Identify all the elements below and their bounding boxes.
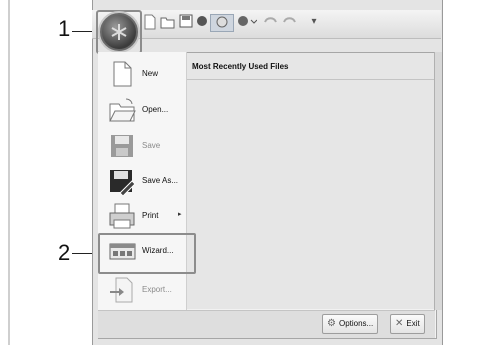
application-logo-icon bbox=[111, 24, 127, 40]
redo-icon[interactable] bbox=[282, 14, 298, 30]
new-file-icon bbox=[113, 61, 132, 87]
save-as-icon bbox=[110, 170, 136, 195]
menu-item-label: Save bbox=[142, 141, 161, 150]
menu-item-export[interactable]: Export... bbox=[102, 274, 182, 308]
recent-files-panel bbox=[187, 53, 434, 309]
menu-item-label: Export... bbox=[142, 285, 172, 294]
color-picker-icon[interactable] bbox=[210, 14, 234, 32]
open-folder-icon[interactable] bbox=[160, 14, 176, 30]
new-document-icon[interactable] bbox=[142, 14, 158, 30]
object-dropdown-icon[interactable] bbox=[236, 14, 258, 30]
recent-files-title: Most Recently Used Files bbox=[192, 62, 289, 71]
gear-icon: ⚙ bbox=[327, 318, 336, 329]
application-button[interactable] bbox=[100, 13, 138, 51]
callout-number-1: 1 bbox=[58, 16, 71, 41]
save-disk-icon bbox=[111, 135, 133, 157]
exit-button-label: Exit bbox=[406, 319, 420, 328]
exit-button[interactable]: ✕ Exit bbox=[390, 314, 425, 334]
ribbon-edge bbox=[434, 52, 442, 310]
menu-item-open[interactable]: Open... bbox=[102, 94, 182, 128]
menu-item-print[interactable]: Print ▸ bbox=[102, 200, 182, 234]
undo-icon[interactable] bbox=[262, 14, 278, 30]
page-margin-line bbox=[8, 0, 10, 345]
menu-item-label: Save As... bbox=[142, 176, 179, 185]
export-icon bbox=[110, 277, 133, 303]
stitch-icon[interactable] bbox=[194, 14, 210, 30]
callout-number-2: 2 bbox=[58, 240, 71, 265]
menu-item-label: Open... bbox=[142, 105, 169, 114]
printer-icon bbox=[109, 203, 135, 229]
menu-item-label: Wizard... bbox=[142, 246, 174, 255]
menu-footer bbox=[98, 310, 435, 338]
menu-item-label: New bbox=[142, 69, 159, 78]
submenu-arrow-icon: ▸ bbox=[178, 211, 182, 218]
menu-item-label: Print bbox=[142, 211, 159, 220]
menu-item-save-as[interactable]: Save As... bbox=[102, 165, 182, 199]
recent-files-divider bbox=[187, 79, 434, 80]
close-icon: ✕ bbox=[395, 318, 404, 329]
wizard-icon bbox=[109, 243, 136, 260]
save-icon[interactable] bbox=[178, 14, 194, 30]
menu-item-wizard[interactable]: Wizard... bbox=[102, 235, 182, 269]
menu-item-new[interactable]: New bbox=[102, 58, 182, 92]
options-button[interactable]: ⚙ Options... bbox=[322, 314, 379, 334]
menu-item-save[interactable]: Save bbox=[102, 130, 182, 164]
open-folder-icon bbox=[109, 98, 136, 122]
options-button-label: Options... bbox=[338, 319, 374, 328]
qat-customize-dropdown-icon[interactable]: ▾ bbox=[306, 14, 322, 30]
